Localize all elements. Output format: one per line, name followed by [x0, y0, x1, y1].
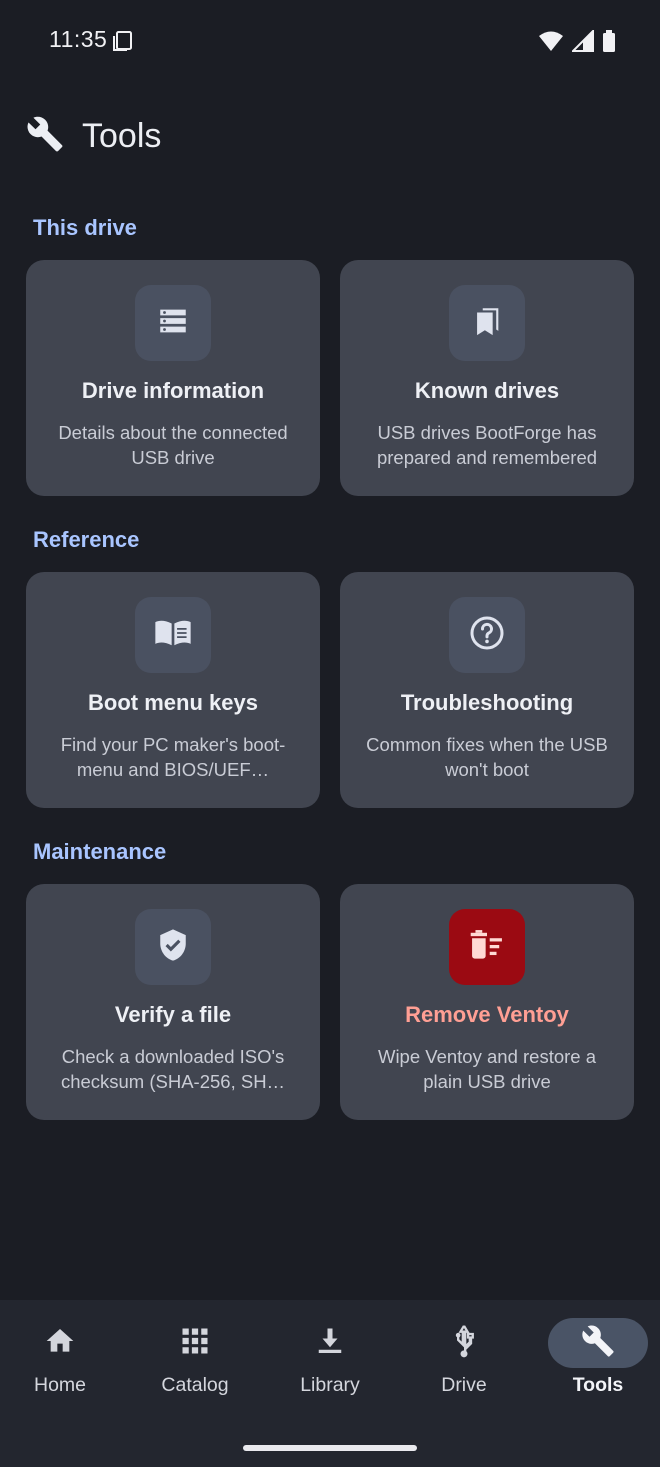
- bookmarks-icon: [470, 304, 504, 343]
- nav-label: Drive: [441, 1374, 487, 1396]
- icon-container: [449, 285, 525, 361]
- page-title: Tools: [82, 116, 162, 155]
- nav-icon-wrap: [280, 1318, 380, 1368]
- section-label-maintenance: Maintenance: [33, 839, 167, 864]
- card-title: Remove Ventoy: [405, 1002, 569, 1027]
- card-title: Drive information: [81, 378, 265, 403]
- card-title: Troubleshooting: [400, 690, 574, 715]
- nav-label: Catalog: [161, 1374, 229, 1396]
- card-verify-a-file[interactable]: Verify a file Check a downloaded ISO's c…: [26, 884, 320, 1120]
- grid-icon: [180, 1326, 210, 1361]
- help-circle-icon: [469, 615, 505, 656]
- nav-active-pill: [548, 1318, 648, 1368]
- card-description: Details about the connected USB drive: [58, 422, 288, 468]
- nav-item-catalog[interactable]: Catalog: [135, 1318, 255, 1398]
- status-bar: 11:35: [0, 0, 660, 84]
- icon-container: [449, 597, 525, 673]
- wrench-icon: [581, 1324, 615, 1363]
- card-known-drives[interactable]: Known drives USB drives BootForge has pr…: [340, 260, 634, 496]
- download-icon: [315, 1325, 345, 1362]
- nav-item-tools[interactable]: Tools: [538, 1318, 658, 1398]
- nav-label: Home: [33, 1374, 87, 1396]
- icon-container: [449, 909, 525, 985]
- card-description: Common fixes when the USB won't boot: [366, 734, 608, 780]
- card-drive-information[interactable]: Drive information Details about the conn…: [26, 260, 320, 496]
- open-book-icon: [154, 616, 192, 655]
- bottom-navigation: Home Catalog Library Drive Tools: [0, 1300, 660, 1467]
- nav-item-drive[interactable]: Drive: [404, 1318, 524, 1398]
- card-troubleshooting[interactable]: Troubleshooting Common fixes when the US…: [340, 572, 634, 808]
- usb-icon: [450, 1323, 478, 1364]
- card-title: Boot menu keys: [88, 690, 258, 715]
- card-title: Known drives: [414, 378, 560, 403]
- section-label-this-drive: This drive: [33, 215, 137, 240]
- icon-container: [135, 285, 211, 361]
- signal-icon: [570, 28, 594, 57]
- app-header: Tools: [26, 112, 161, 160]
- card-description: Check a downloaded ISO's checksum (SHA-2…: [60, 1046, 286, 1092]
- nav-label: Library: [300, 1374, 360, 1396]
- nav-icon-wrap: [414, 1318, 514, 1368]
- card-description: Find your PC maker's boot-menu and BIOS/…: [60, 734, 286, 780]
- wrench-icon: [26, 115, 64, 158]
- card-boot-menu-keys[interactable]: Boot menu keys Find your PC maker's boot…: [26, 572, 320, 808]
- icon-container: [135, 597, 211, 673]
- nav-label: Tools: [572, 1374, 624, 1396]
- home-icon: [44, 1325, 76, 1362]
- card-description: USB drives BootForge has prepared and re…: [376, 422, 598, 468]
- nav-item-library[interactable]: Library: [270, 1318, 390, 1398]
- status-time: 11:35: [49, 26, 108, 52]
- nav-icon-wrap: [10, 1318, 110, 1368]
- wifi-icon: [538, 30, 564, 57]
- card-title: Verify a file: [114, 1002, 232, 1027]
- delete-sweep-icon: [468, 928, 506, 967]
- home-indicator[interactable]: [243, 1445, 417, 1451]
- shield-check-icon: [156, 928, 190, 967]
- storage-list-icon: [156, 304, 190, 343]
- card-remove-ventoy[interactable]: Remove Ventoy Wipe Ventoy and restore a …: [340, 884, 634, 1120]
- icon-container: [135, 909, 211, 985]
- card-description: Wipe Ventoy and restore a plain USB driv…: [377, 1046, 597, 1092]
- sim-card-icon: [112, 30, 134, 57]
- nav-icon-wrap: [145, 1318, 245, 1368]
- nav-item-home[interactable]: Home: [0, 1318, 120, 1398]
- battery-icon: [602, 30, 616, 57]
- section-label-reference: Reference: [33, 527, 140, 552]
